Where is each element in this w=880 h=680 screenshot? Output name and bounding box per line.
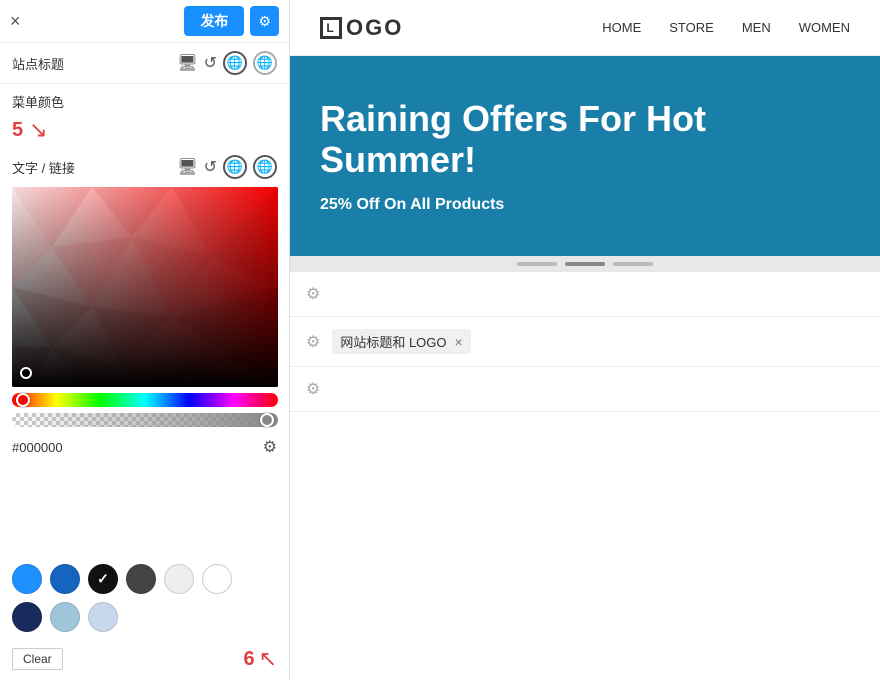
publish-button[interactable]: 发布 <box>184 6 244 36</box>
swatch-row2-1[interactable] <box>50 602 80 632</box>
preview-header: L OGO HOME STORE MEN WOMEN <box>290 0 880 56</box>
settings-button[interactable]: ⚙ <box>250 6 279 36</box>
widget-tag-close[interactable]: × <box>455 334 463 350</box>
clear-area: Clear 6 ↖ <box>0 640 289 680</box>
text-link-row: 文字 / 链接 🖥 ↺ 🌐 🌐 <box>0 151 289 187</box>
opacity-slider[interactable] <box>12 413 278 427</box>
hex-row: #000000 ⚙ <box>12 437 277 457</box>
menu-color-label: 菜单颜色 <box>12 92 277 111</box>
hue-slider[interactable] <box>12 393 278 407</box>
sliders-icon[interactable]: ⚙ <box>263 437 277 457</box>
right-panel: L OGO HOME STORE MEN WOMEN Raining Offers F… <box>290 0 880 680</box>
nav-link-home[interactable]: HOME <box>602 20 641 35</box>
publish-area: 发布 ⚙ <box>184 6 279 36</box>
opacity-thumb[interactable] <box>260 413 274 427</box>
hex-value: #000000 <box>12 440 63 455</box>
hero-subtitle: 25% Off On All Products <box>320 196 740 214</box>
swatches-row-2 <box>12 602 277 632</box>
swatch-row1-4[interactable] <box>164 564 194 594</box>
arrow-down-icon: ↘ <box>29 117 47 143</box>
globe-icon-2[interactable]: 🌐 <box>253 51 277 75</box>
swatch-row1-1[interactable] <box>50 564 80 594</box>
arrow-up-left-icon: ↖ <box>259 646 277 672</box>
color-picker-area: #000000 ⚙ <box>0 187 289 564</box>
menu-color-section: 菜单颜色 5 ↘ <box>0 84 289 151</box>
scroll-dot-1 <box>517 262 557 266</box>
refresh-icon[interactable]: ↺ <box>204 53 217 73</box>
logo-box-icon: L <box>320 17 342 39</box>
widget-row-2: ⚙ 网站标题和 LOGO × <box>290 317 880 367</box>
widget-gear-2[interactable]: ⚙ <box>306 332 320 352</box>
site-title-row: 站点标题 🖥 ↺ 🌐 🌐 <box>0 43 289 84</box>
widget-tag-label: 网站标题和 LOGO <box>340 332 446 351</box>
left-panel: × 发布 ⚙ 站点标题 🖥 ↺ 🌐 🌐 菜单颜色 5 ↘ 文字 / 链接 🖥 ↺… <box>0 0 290 680</box>
scroll-dot-3 <box>613 262 653 266</box>
hero-banner: Raining Offers For Hot Summer! 25% Off O… <box>290 56 880 256</box>
widget-gear-3[interactable]: ⚙ <box>306 379 320 399</box>
text-link-icons: 🖥 ↺ 🌐 🌐 <box>177 155 277 179</box>
logo: L OGO <box>320 15 403 41</box>
clear-button[interactable]: Clear <box>12 648 63 670</box>
nav-link-women[interactable]: WOMEN <box>799 20 850 35</box>
swatches-area <box>0 564 289 640</box>
color-gradient-picker[interactable] <box>12 187 278 387</box>
refresh-icon-2[interactable]: ↺ <box>204 157 217 177</box>
swatch-row1-5[interactable] <box>202 564 232 594</box>
site-title-icons: 🖥 ↺ 🌐 🌐 <box>177 51 277 75</box>
widget-gear-1[interactable]: ⚙ <box>306 284 320 304</box>
scroll-indicator <box>290 256 880 272</box>
swatch-row2-0[interactable] <box>12 602 42 632</box>
globe-icon-4[interactable]: 🌐 <box>253 155 277 179</box>
hue-thumb[interactable] <box>16 393 30 407</box>
scroll-dot-2 <box>565 262 605 266</box>
nav-links: HOME STORE MEN WOMEN <box>602 20 850 35</box>
monitor-icon[interactable]: 🖥 <box>177 53 197 73</box>
widget-row-3: ⚙ <box>290 367 880 412</box>
monitor-icon-2[interactable]: 🖥 <box>177 157 197 177</box>
swatch-row1-2[interactable] <box>88 564 118 594</box>
step6-number: 6 <box>243 648 254 671</box>
globe-icon-3[interactable]: 🌐 <box>223 155 247 179</box>
widget-row-1: ⚙ <box>290 272 880 317</box>
widget-area: ⚙ ⚙ 网站标题和 LOGO × ⚙ <box>290 272 880 680</box>
step5-number: 5 <box>12 119 23 142</box>
swatch-row2-2[interactable] <box>88 602 118 632</box>
text-link-label: 文字 / 链接 <box>12 158 75 177</box>
widget-tag: 网站标题和 LOGO × <box>332 329 470 354</box>
gradient-thumb[interactable] <box>20 367 32 379</box>
hero-title: Raining Offers For Hot Summer! <box>320 98 740 181</box>
site-title-label: 站点标题 <box>12 54 64 73</box>
swatch-row1-0[interactable] <box>12 564 42 594</box>
top-bar: × 发布 ⚙ <box>0 0 289 43</box>
step5-row: 5 ↘ <box>12 117 277 143</box>
globe-icon-1[interactable]: 🌐 <box>223 51 247 75</box>
close-button[interactable]: × <box>10 11 21 32</box>
nav-link-store[interactable]: STORE <box>669 20 714 35</box>
swatches-row-1 <box>12 564 277 594</box>
nav-link-men[interactable]: MEN <box>742 20 771 35</box>
swatch-row1-3[interactable] <box>126 564 156 594</box>
logo-text-span: OGO <box>346 15 403 41</box>
